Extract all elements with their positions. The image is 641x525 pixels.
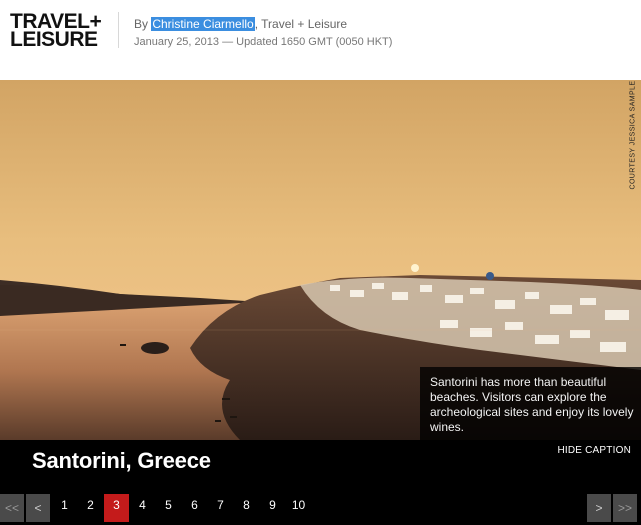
hide-caption-button[interactable]: HIDE CAPTION xyxy=(557,445,631,456)
first-page-button[interactable]: << xyxy=(0,494,24,522)
next-page-button[interactable]: > xyxy=(587,494,611,522)
gallery-pager: << < 1 2 3 4 5 6 7 8 9 10 > >> xyxy=(0,494,641,525)
prev-page-button[interactable]: < xyxy=(26,494,50,522)
author-link[interactable]: Christine Ciarmello xyxy=(151,17,255,31)
page-link-8[interactable]: 8 xyxy=(234,494,259,522)
photo-caption: Santorini has more than beautiful beache… xyxy=(430,375,634,434)
page-link-3[interactable]: 3 xyxy=(104,494,129,522)
last-page-button[interactable]: >> xyxy=(613,494,637,522)
page-link-10[interactable]: 10 xyxy=(286,494,311,522)
photo-credit-text: COURTESY JESSICA SAMPLE xyxy=(629,80,637,190)
travel-leisure-logo[interactable]: TRAVEL+ LEISURE xyxy=(10,11,108,51)
article-header: TRAVEL+ LEISURE By Christine Ciarmello, … xyxy=(0,0,641,80)
page-link-2[interactable]: 2 xyxy=(78,494,103,522)
dateline: January 25, 2013 — Updated 1650 GMT (005… xyxy=(134,36,393,48)
photo-credit: COURTESY JESSICA SAMPLE xyxy=(628,80,638,193)
page-link-9[interactable]: 9 xyxy=(260,494,285,522)
page-link-7[interactable]: 7 xyxy=(208,494,233,522)
logo-line2: LEISURE xyxy=(10,28,98,51)
byline-suffix: , Travel + Leisure xyxy=(254,17,348,31)
byline: By Christine Ciarmello, Travel + Leisure xyxy=(134,17,347,31)
page-link-6[interactable]: 6 xyxy=(182,494,207,522)
slide-title: Santorini, Greece xyxy=(32,448,211,473)
page-link-4[interactable]: 4 xyxy=(130,494,155,522)
byline-prefix: By xyxy=(134,17,152,31)
page-link-1[interactable]: 1 xyxy=(52,494,77,522)
page-link-5[interactable]: 5 xyxy=(156,494,181,522)
header-divider xyxy=(118,12,119,48)
